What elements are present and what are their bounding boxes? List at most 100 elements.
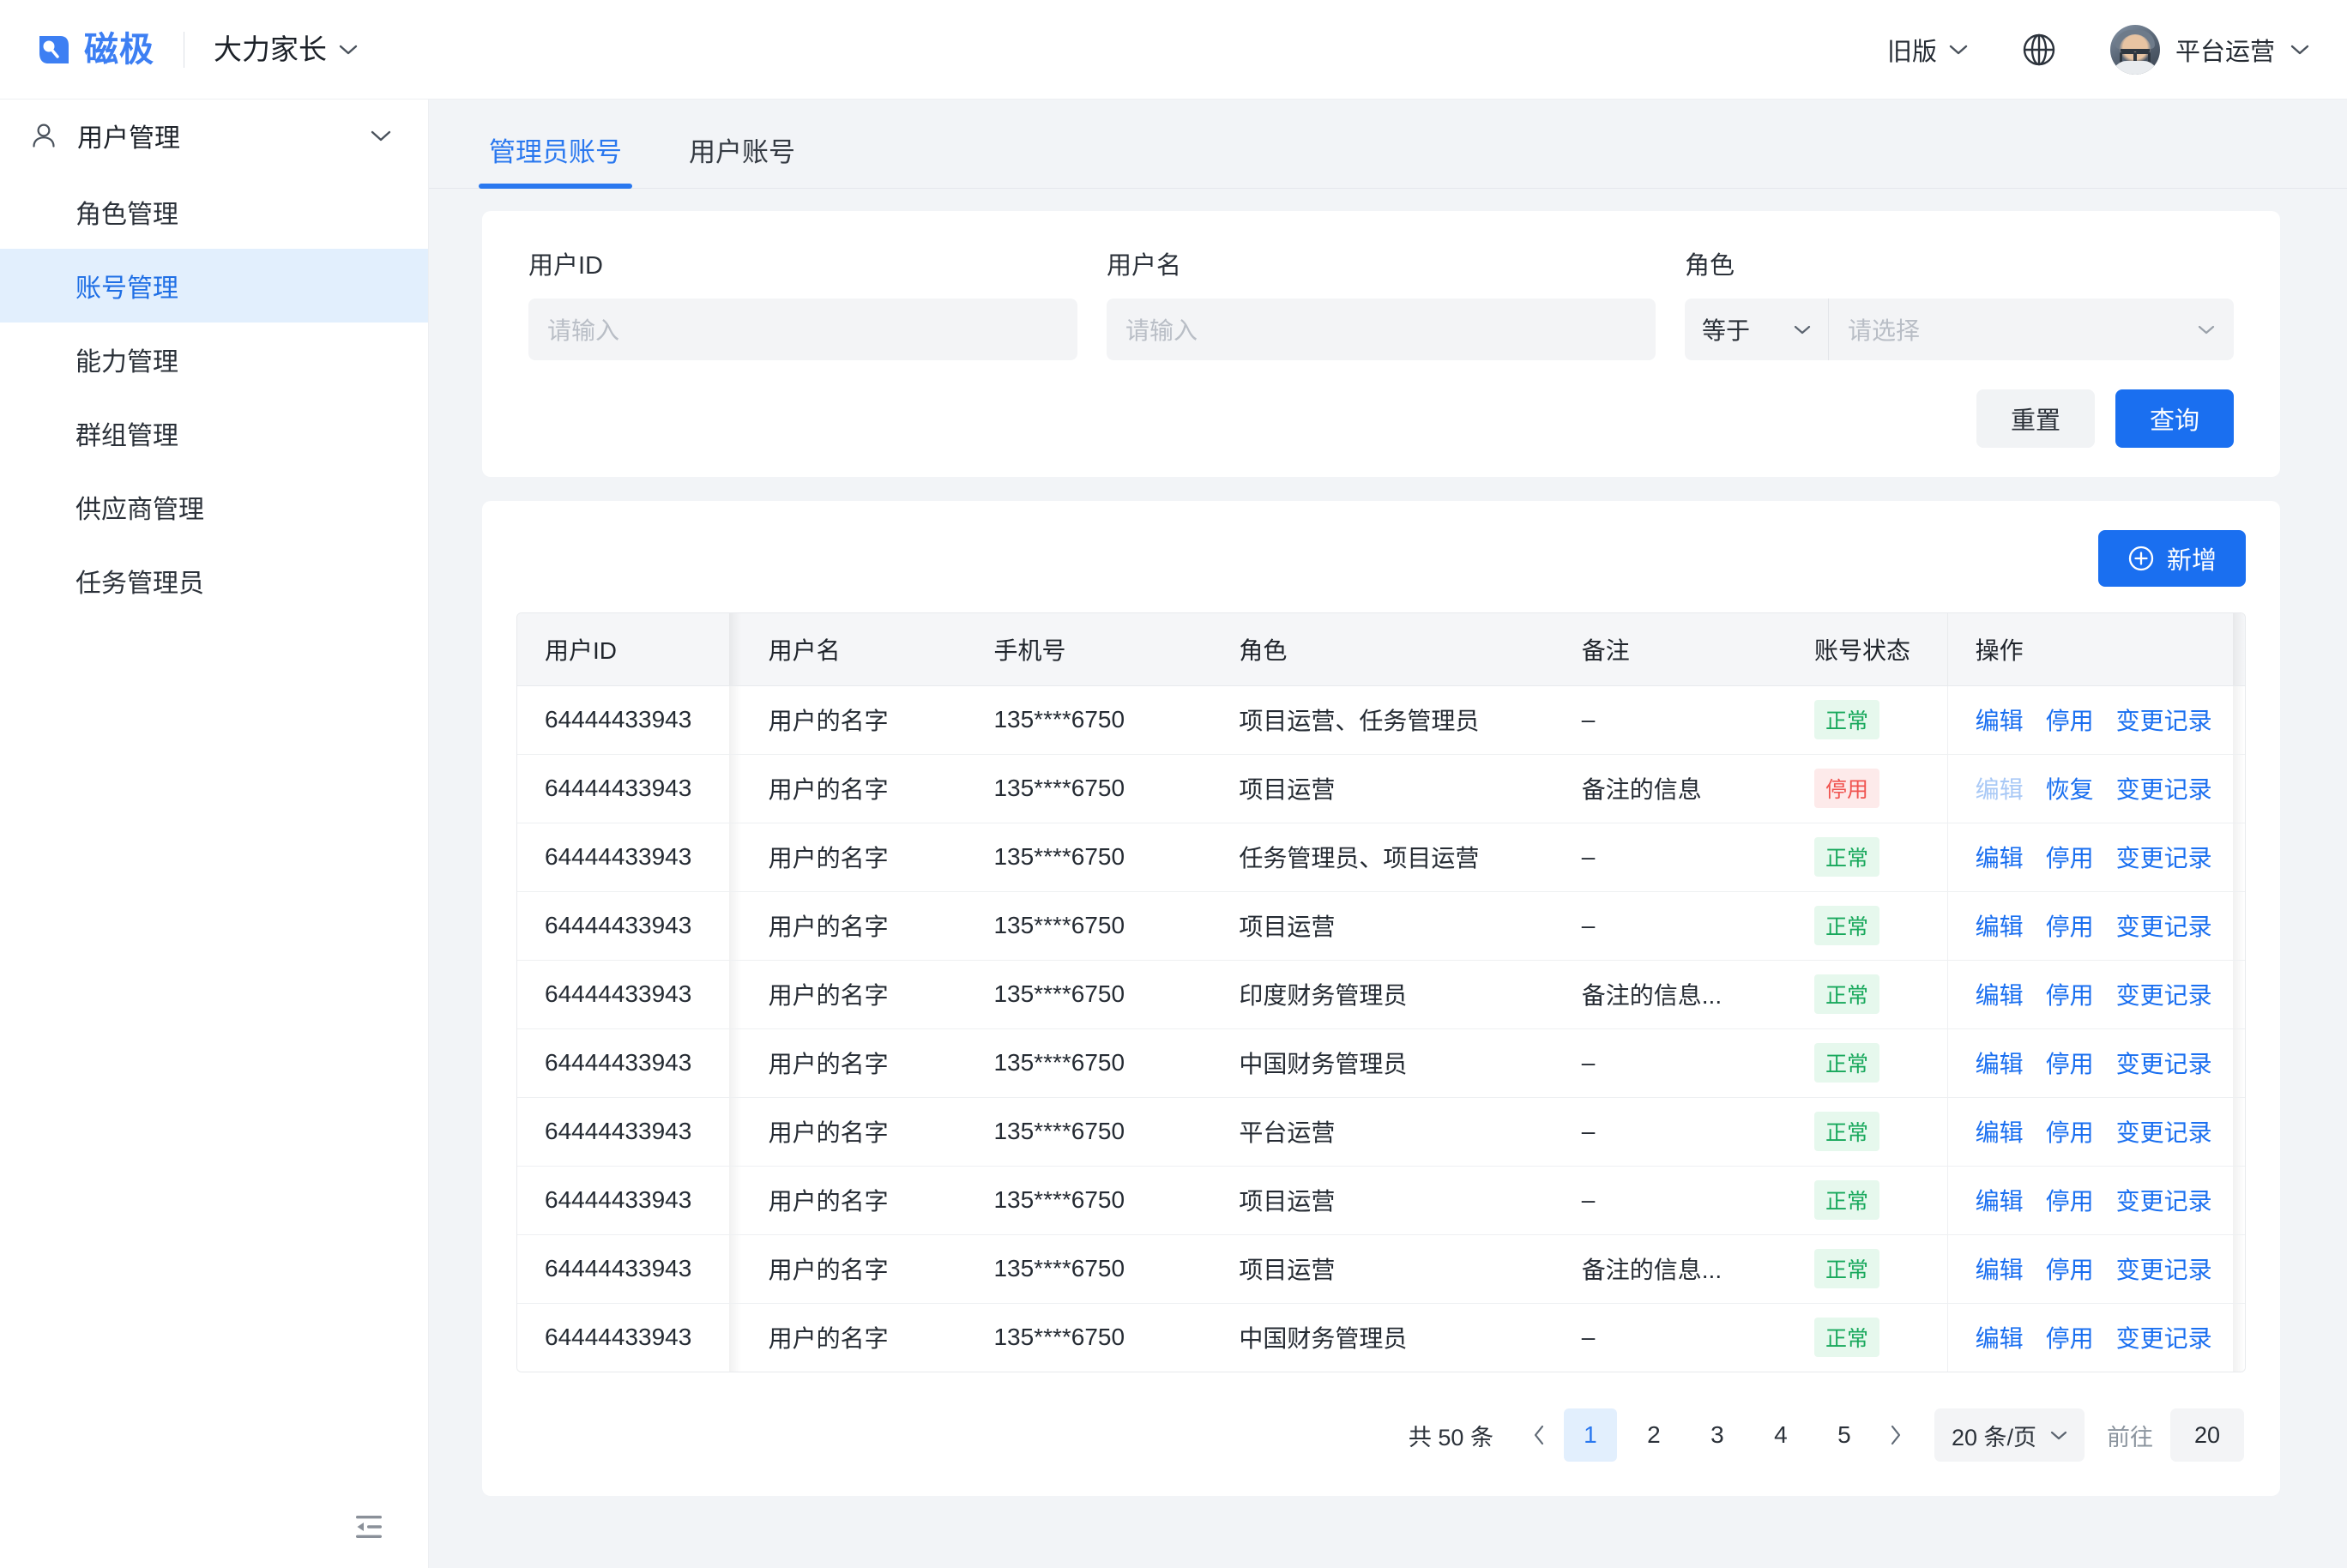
cell-user-id: 64444433943 bbox=[517, 891, 741, 961]
action-link[interactable]: 变更记录 bbox=[2116, 1320, 2212, 1354]
content-scroll-area: 用户ID 请输入 用户名 请输入 角色 等于 请选择 重置 查询 新增 用户ID… bbox=[429, 189, 2347, 1568]
cell-operations: 编辑 停用 变更记录 bbox=[1946, 685, 2245, 755]
row-actions: 编辑 停用 变更记录 bbox=[1976, 840, 2245, 874]
sidebar-group-user-management[interactable]: 用户管理 bbox=[0, 100, 428, 172]
filter-panel: 用户ID 请输入 用户名 请输入 角色 等于 请选择 重置 查询 bbox=[482, 211, 2280, 477]
cell-phone: 135****6750 bbox=[966, 891, 1212, 961]
pagination-jump-input[interactable]: 20 bbox=[2170, 1408, 2244, 1462]
column-header-user-id: 用户ID bbox=[517, 613, 741, 686]
cell-user-name: 用户的名字 bbox=[740, 1303, 967, 1372]
column-header-note: 备注 bbox=[1554, 613, 1787, 686]
cell-user-name: 用户的名字 bbox=[740, 685, 967, 755]
user-name-input[interactable]: 请输入 bbox=[1107, 299, 1656, 360]
action-link[interactable]: 编辑 bbox=[1976, 840, 2024, 874]
brand-name: 磁极 bbox=[84, 30, 154, 69]
sidebar-collapse-button[interactable] bbox=[0, 1486, 428, 1568]
pagination-next[interactable] bbox=[1876, 1411, 1916, 1459]
menu-fold-icon bbox=[356, 1516, 382, 1538]
tab-user-accounts[interactable]: 用户账号 bbox=[684, 130, 800, 188]
table-row: 64444433943 用户的名字 135****6750 任务管理员、项目运营 – 正常… bbox=[517, 823, 2245, 892]
cell-user-id: 64444433943 bbox=[517, 1028, 741, 1098]
pagination-page[interactable]: 4 bbox=[1754, 1408, 1807, 1462]
table-row: 64444433943 用户的名字 135****6750 项目运营 备注的信息... 正… bbox=[517, 1234, 2245, 1304]
sidebar-item-group-management[interactable]: 群组管理 bbox=[0, 396, 428, 470]
brand-logo[interactable]: 磁极 bbox=[34, 31, 154, 69]
action-link[interactable]: 变更记录 bbox=[2116, 1251, 2212, 1286]
status-badge: 正常 bbox=[1813, 1249, 1879, 1288]
action-link[interactable]: 停用 bbox=[2046, 977, 2094, 1011]
action-link[interactable]: 编辑 bbox=[1976, 1114, 2024, 1149]
filter-field-user-id: 用户ID 请输入 bbox=[528, 245, 1077, 360]
sidebar-item-label: 群组管理 bbox=[75, 422, 178, 450]
chevron-down-icon bbox=[2198, 325, 2215, 334]
pagination-page[interactable]: 3 bbox=[1691, 1408, 1744, 1462]
cell-phone: 135****6750 bbox=[966, 685, 1212, 755]
cell-user-name: 用户的名字 bbox=[740, 823, 967, 892]
language-button[interactable] bbox=[2021, 32, 2057, 68]
add-button[interactable]: 新增 bbox=[2097, 530, 2246, 587]
action-link[interactable]: 编辑 bbox=[1976, 1251, 2024, 1286]
sidebar-item-label: 能力管理 bbox=[75, 348, 178, 377]
search-button[interactable]: 查询 bbox=[2115, 389, 2234, 448]
action-link[interactable]: 编辑 bbox=[1976, 1320, 2024, 1354]
sidebar-item-role-management[interactable]: 角色管理 bbox=[0, 175, 428, 249]
action-link[interactable]: 停用 bbox=[2046, 1114, 2094, 1149]
sidebar-item-supplier-management[interactable]: 供应商管理 bbox=[0, 470, 428, 544]
pagination-page[interactable]: 5 bbox=[1818, 1408, 1871, 1462]
action-link[interactable]: 变更记录 bbox=[2116, 1183, 2212, 1217]
action-link[interactable]: 编辑 bbox=[1976, 703, 2024, 737]
cell-note: 备注的信息 bbox=[1554, 754, 1787, 823]
column-header-user-name: 用户名 bbox=[740, 613, 967, 686]
sidebar-item-task-manager[interactable]: 任务管理员 bbox=[0, 544, 428, 618]
sidebar-group-label: 用户管理 bbox=[77, 124, 180, 153]
role-value-select[interactable]: 请选择 bbox=[1829, 299, 2234, 360]
pagination-page[interactable]: 2 bbox=[1627, 1408, 1680, 1462]
action-link[interactable]: 停用 bbox=[2046, 703, 2094, 737]
cell-status: 正常 bbox=[1786, 1097, 1948, 1167]
cell-operations: 编辑 停用 变更记录 bbox=[1946, 1166, 2245, 1235]
version-label: 旧版 bbox=[1886, 38, 1937, 66]
action-link[interactable]: 变更记录 bbox=[2116, 908, 2212, 943]
pagination-prev[interactable] bbox=[1519, 1411, 1559, 1459]
action-link[interactable]: 停用 bbox=[2046, 908, 2094, 943]
sidebar-item-capability-management[interactable]: 能力管理 bbox=[0, 323, 428, 396]
user-menu[interactable]: 平台运营 bbox=[2109, 24, 2309, 75]
action-link[interactable]: 变更记录 bbox=[2116, 703, 2212, 737]
cell-user-name: 用户的名字 bbox=[740, 1097, 967, 1167]
action-link[interactable]: 停用 bbox=[2046, 1046, 2094, 1080]
action-link[interactable]: 编辑 bbox=[1976, 908, 2024, 943]
globe-icon bbox=[2023, 33, 2055, 65]
action-link[interactable]: 编辑 bbox=[1976, 1046, 2024, 1080]
action-link[interactable]: 停用 bbox=[2046, 1251, 2094, 1286]
action-link[interactable]: 变更记录 bbox=[2116, 1046, 2212, 1080]
action-link: 编辑 bbox=[1975, 776, 2024, 803]
role-filter-combo: 等于 请选择 bbox=[1685, 299, 2234, 360]
action-link[interactable]: 变更记录 bbox=[2116, 771, 2212, 805]
user-id-input[interactable]: 请输入 bbox=[528, 299, 1077, 360]
action-link[interactable]: 变更记录 bbox=[2116, 1114, 2212, 1149]
action-link[interactable]: 变更记录 bbox=[2116, 977, 2212, 1011]
role-operator-select[interactable]: 等于 bbox=[1685, 299, 1829, 360]
header-left: 磁极 大力家长 bbox=[34, 31, 358, 69]
cell-note: – bbox=[1554, 823, 1787, 892]
filter-label-user-name: 用户名 bbox=[1107, 252, 1182, 280]
version-switcher[interactable]: 旧版 bbox=[1887, 32, 1968, 68]
workspace-switcher[interactable]: 大力家长 bbox=[214, 35, 358, 63]
action-link[interactable]: 停用 bbox=[2046, 840, 2094, 874]
action-link[interactable]: 编辑 bbox=[1976, 977, 2024, 1011]
action-link[interactable]: 停用 bbox=[2046, 1183, 2094, 1217]
cell-user-id: 64444433943 bbox=[517, 960, 741, 1029]
action-link[interactable]: 停用 bbox=[2046, 1320, 2094, 1354]
pagination-page[interactable]: 1 bbox=[1563, 1408, 1617, 1462]
chevron-down-icon bbox=[1794, 325, 1811, 334]
sidebar-item-account-management[interactable]: 账号管理 bbox=[0, 249, 428, 323]
tab-admin-accounts[interactable]: 管理员账号 bbox=[479, 130, 632, 189]
reset-button[interactable]: 重置 bbox=[1976, 389, 2095, 448]
action-link[interactable]: 编辑 bbox=[1976, 1183, 2024, 1217]
page-size-select[interactable]: 20 条/页 bbox=[1934, 1408, 2085, 1462]
action-link[interactable]: 恢复 bbox=[2046, 771, 2094, 805]
cell-note: – bbox=[1554, 1166, 1787, 1235]
cell-user-name: 用户的名字 bbox=[740, 1166, 967, 1235]
action-link[interactable]: 变更记录 bbox=[2116, 840, 2212, 874]
sidebar: 用户管理 角色管理 账号管理 能力管理 群组管理 供应商管理 任务管理员 bbox=[0, 100, 429, 1568]
